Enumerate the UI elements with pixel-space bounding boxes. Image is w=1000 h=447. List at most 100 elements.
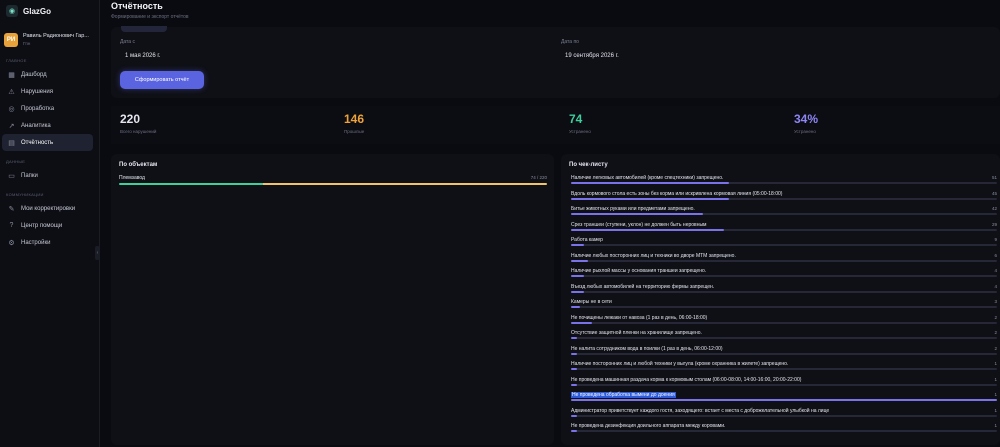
sidebar-item-help-center[interactable]: ? Центр помощи bbox=[2, 217, 93, 234]
checklist-row[interactable]: Отсутствие защитной пленки на хранилище … bbox=[571, 329, 997, 345]
checklist-row[interactable]: Не налита сотрудником вода в поилки (1 р… bbox=[571, 345, 997, 361]
checklist-row[interactable]: Битье животных руками или предметами зап… bbox=[571, 205, 997, 221]
check-circle-icon: ◎ bbox=[8, 105, 15, 113]
date-from-label: Дата с bbox=[120, 39, 135, 45]
checklist-row[interactable]: Наличие легковых автомобилей (кроме спец… bbox=[571, 174, 997, 190]
stats-row: 220 Всего нарушений 146 Прошлые 74 Устра… bbox=[111, 106, 1000, 144]
checklist-row[interactable]: Не почищены лежаки от навоза (1 раз в де… bbox=[571, 314, 997, 330]
checklist-item-count: 2 bbox=[994, 345, 997, 351]
date-from-field[interactable]: 1 мая 2026 г. bbox=[125, 53, 161, 59]
checklist-progress-fill bbox=[571, 321, 593, 324]
checklist-progress-fill bbox=[571, 352, 578, 355]
checklist-row[interactable]: Срез траншеи (ступени, уклон) не должен … bbox=[571, 221, 997, 237]
stat-value: 34% bbox=[794, 112, 819, 126]
report-filter-card: Дата с 1 мая 2026 г. Дата по 19 сентября… bbox=[111, 26, 1000, 98]
object-progress-bar bbox=[119, 183, 547, 185]
stat-label: Устранено bbox=[794, 129, 816, 134]
checklist-item-text: Наличие легковых автомобилей (кроме спец… bbox=[571, 175, 724, 181]
checklist-row[interactable]: Наличие посторонних лиц и любой техники … bbox=[571, 360, 997, 376]
checklist-progress-fill bbox=[571, 399, 997, 401]
sidebar-item-reports[interactable]: ▤ Отчётность bbox=[2, 134, 93, 151]
checklist-item-count: 42 bbox=[991, 206, 997, 211]
checklist-progress-track bbox=[571, 213, 997, 215]
report-type-pill[interactable] bbox=[121, 26, 167, 32]
checklist-item-text: Наличие посторонних лиц и любой техники … bbox=[571, 361, 789, 367]
object-count: 74 / 220 bbox=[530, 175, 547, 180]
checklist-item-text: Не проведена машинная раздача корма к ко… bbox=[571, 376, 802, 383]
chart-icon: ↗ bbox=[8, 122, 15, 130]
sidebar-item-label: Мои корректировки bbox=[21, 205, 76, 212]
stat-total: 220 Всего нарушений bbox=[120, 112, 156, 134]
checklist-progress-track bbox=[571, 259, 997, 262]
checklist-progress-track bbox=[571, 197, 997, 200]
main-content: Отчётность Формирование и экспорт отчёто… bbox=[100, 0, 1000, 447]
user-profile[interactable]: РИ Равиль Радионович Гар... Гпн bbox=[4, 32, 95, 48]
checklist-progress-fill bbox=[571, 368, 578, 370]
brand[interactable]: ◉ GlazGo bbox=[0, 0, 99, 22]
object-row[interactable]: Племзавод 74 / 220 bbox=[119, 175, 547, 185]
sidebar-item-my-corrections[interactable]: ✎ Мои корректировки bbox=[2, 200, 93, 217]
sidebar-item-label: Нарушения bbox=[21, 88, 54, 95]
sidebar-item-label: Центр помощи bbox=[21, 222, 63, 229]
gear-icon: ⚙ bbox=[8, 239, 15, 247]
sidebar-item-analytics[interactable]: ↗ Аналитика bbox=[2, 117, 93, 134]
user-role: Гпн bbox=[23, 41, 31, 46]
sidebar-item-label: Настройки bbox=[21, 239, 51, 246]
sidebar-item-label: Проработка bbox=[21, 105, 55, 112]
checklist-item-text: Отсутствие защитной пленки на хранилище … bbox=[571, 330, 702, 336]
sidebar-item-label: Отчётность bbox=[21, 139, 54, 146]
checklist-item-count: 1 bbox=[994, 376, 997, 382]
by-checklist-card: По чек-листу Наличие легковых автомобиле… bbox=[561, 154, 1000, 445]
checklist-progress-track bbox=[571, 275, 997, 277]
sidebar-item-folders[interactable]: ▭ Папки bbox=[2, 167, 93, 184]
user-name: Равиль Радионович Гар... bbox=[23, 33, 89, 39]
checklist-row[interactable]: Въезд любых автомобилей на территорию фе… bbox=[571, 283, 997, 299]
pending-segment bbox=[262, 183, 547, 185]
sidebar-item-violations[interactable]: ⚠ Нарушения bbox=[2, 83, 93, 100]
sidebar-item-label: Дашборд bbox=[21, 71, 47, 78]
checklist-item-text: Наличие рыхлой массы у основания траншеи… bbox=[571, 268, 707, 274]
stat-resolved-percent: 34% Устранено bbox=[794, 112, 818, 134]
checklist-item-count: 2 bbox=[994, 314, 997, 320]
checklist-item-count: 1 bbox=[994, 423, 997, 428]
checklist-item-text: Битье животных руками или предметами зап… bbox=[571, 206, 695, 212]
eye-logo-icon: ◉ bbox=[6, 5, 18, 17]
checklist-row[interactable]: Работа камер 9 bbox=[571, 236, 997, 252]
sidebar-item-dashboard[interactable]: ▦ Дашборд bbox=[2, 66, 93, 83]
checklist-item-text: Не проведена дезинфекция доильного аппар… bbox=[571, 423, 726, 429]
checklist-row[interactable]: Наличие любых посторонних лиц и техники … bbox=[571, 252, 997, 268]
checklist-item-text: Не проведена обработка вымени до доения bbox=[571, 392, 676, 398]
sidebar-item-settings[interactable]: ⚙ Настройки bbox=[2, 234, 93, 251]
date-to-label: Дата по bbox=[561, 39, 579, 45]
warning-icon: ⚠ bbox=[8, 88, 15, 96]
checklist-progress-fill bbox=[571, 213, 704, 215]
checklist-row[interactable]: Камеры не в сети 3 bbox=[571, 298, 997, 314]
date-to-field[interactable]: 19 сентября 2026 г. bbox=[565, 53, 619, 59]
generate-report-button[interactable]: Сформировать отчёт bbox=[120, 71, 204, 89]
checklist-progress-fill bbox=[571, 275, 584, 277]
checklist-progress-fill bbox=[571, 259, 589, 262]
checklist-row[interactable]: Не проведена дезинфекция доильного аппар… bbox=[571, 422, 997, 438]
checklist-progress-fill bbox=[571, 383, 578, 386]
checklist-row[interactable]: Не проведена машинная раздача корма к ко… bbox=[571, 376, 997, 392]
checklist-item-count: 4 bbox=[994, 268, 997, 273]
checklist-progress-track bbox=[571, 228, 997, 231]
checklist-progress-track bbox=[571, 383, 997, 386]
sidebar-item-review[interactable]: ◎ Проработка bbox=[2, 100, 93, 117]
checklist-item-count: 9 bbox=[994, 237, 997, 242]
checklist-progress-track bbox=[571, 337, 997, 339]
checklist-row[interactable]: Вдоль кормового стола есть зоны без корм… bbox=[571, 190, 997, 206]
checklist-row[interactable]: Не проведена обработка вымени до доения 1 bbox=[571, 391, 997, 407]
checklist-progress-fill bbox=[571, 430, 578, 432]
brand-name: GlazGo bbox=[23, 6, 52, 16]
checklist-item-text: Вдоль кормового стола есть зоны без корм… bbox=[571, 190, 783, 197]
card-title: По чек-листу bbox=[569, 162, 608, 168]
checklist-row[interactable]: Администратор приветствует каждого гостя… bbox=[571, 407, 997, 423]
report-icon: ▤ bbox=[8, 139, 15, 147]
avatar: РИ bbox=[4, 33, 18, 47]
stat-resolved: 74 Устранено bbox=[569, 112, 591, 134]
checklist-item-text: Наличие любых посторонних лиц и техники … bbox=[571, 252, 736, 259]
checklist-progress-track bbox=[571, 182, 997, 184]
checklist-row[interactable]: Наличие рыхлой массы у основания траншеи… bbox=[571, 267, 997, 283]
chevron-left-icon: ‹ bbox=[96, 250, 99, 256]
